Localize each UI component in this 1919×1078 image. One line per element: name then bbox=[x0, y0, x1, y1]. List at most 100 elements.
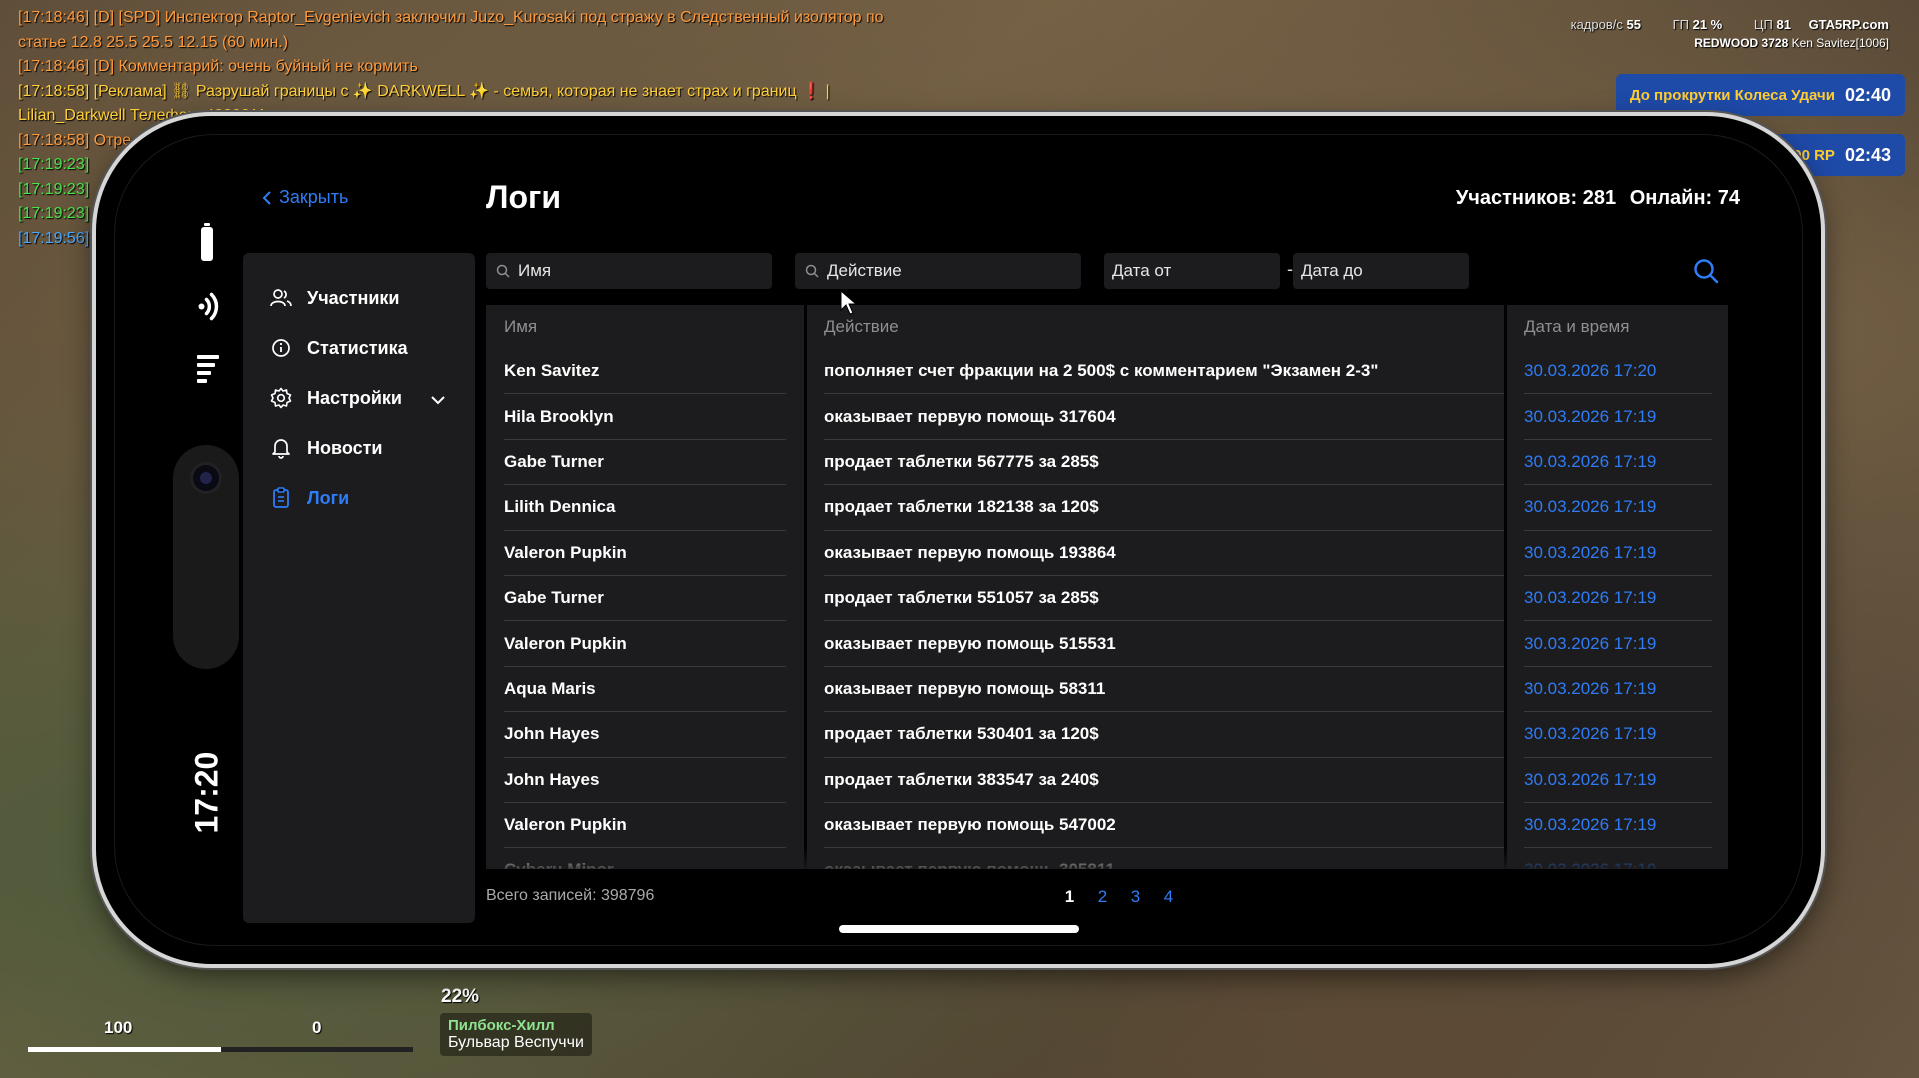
home-indicator[interactable] bbox=[839, 925, 1079, 933]
name-filter-input[interactable]: Имя bbox=[486, 253, 772, 289]
row-action-cell: продает таблетки 530401 за 120$ bbox=[824, 712, 1504, 758]
fps-label: кадров/с bbox=[1570, 17, 1623, 32]
row-name-cell: John Hayes bbox=[504, 758, 786, 803]
gpu-label: ГП bbox=[1672, 17, 1689, 32]
row-action-cell: пополняет счет фракции на 2 500$ с комме… bbox=[824, 349, 1504, 395]
close-button[interactable]: Закрыть bbox=[261, 187, 348, 208]
performance-stats: кадров/с 55 ГП 21 % ЦП 81 GTA5RP.com RED… bbox=[1543, 17, 1889, 50]
table-row: Valeron Pupkin оказывает первую помощь 51… bbox=[486, 621, 1728, 667]
sidebar-item-4[interactable]: Новости bbox=[243, 423, 475, 473]
chat-text: статье 12.8 25.5 25.5 12.15 (60 мин.) bbox=[18, 33, 289, 51]
player-vitals: 100 0 bbox=[28, 1000, 418, 1060]
row-action-cell: оказывает первую помощь 317604 bbox=[824, 394, 1504, 440]
row-name-cell: Ken Savitez bbox=[504, 349, 786, 395]
page-2-button[interactable]: 2 bbox=[1086, 887, 1119, 907]
date-from-placeholder: Дата от bbox=[1112, 261, 1172, 280]
row-action-cell: оказывает первую помощь 193864 bbox=[824, 531, 1504, 576]
row-name-cell: Gabe Turner bbox=[504, 576, 786, 622]
table-row: Ken Savitez пополняет счет фракции на 2 5… bbox=[486, 349, 1728, 395]
page-1-button[interactable]: 1 bbox=[1053, 887, 1086, 907]
brand-logo: GTA5RP.com bbox=[1808, 17, 1889, 32]
phone-device: 17:20 Закрыть Логи Участников: 281 Онлай… bbox=[96, 116, 1821, 964]
row-datetime-cell: 30.03.2026 17:19 bbox=[1524, 531, 1712, 576]
location-info: Пилбокс-Хилл Бульвар Веспуччи bbox=[440, 1013, 592, 1056]
date-to-placeholder: Дата до bbox=[1301, 261, 1363, 280]
table-row: Cyberu Minor оказывает первую помощь 3058… bbox=[486, 848, 1728, 869]
row-name-cell: Valeron Pupkin bbox=[504, 803, 786, 849]
chat-text: [17:18:58] Отре bbox=[18, 131, 132, 149]
row-datetime-cell: 30.03.2026 17:19 bbox=[1524, 485, 1712, 531]
row-action-cell: продает таблетки 567775 за 285$ bbox=[824, 440, 1504, 486]
signal-icon bbox=[197, 355, 219, 387]
table-row: Hila Brooklyn оказывает первую помощь 317… bbox=[486, 394, 1728, 440]
row-action-cell: продает таблетки 383547 за 240$ bbox=[824, 758, 1504, 803]
page-3-button[interactable]: 3 bbox=[1119, 887, 1152, 907]
date-to-input[interactable]: Дата до bbox=[1293, 253, 1469, 289]
fps-value: 55 bbox=[1626, 17, 1641, 32]
hunger-percent: 22% bbox=[441, 986, 480, 1007]
pagination: 1234 bbox=[1053, 887, 1185, 907]
chat-text: [17:18:58] [Реклама] ⛓ Разрушай границы … bbox=[18, 82, 830, 100]
name-filter-placeholder: Имя bbox=[518, 261, 552, 280]
zone-name: Пилбокс-Хилл bbox=[448, 1017, 555, 1034]
row-name-cell: Lilith Dennica bbox=[504, 485, 786, 531]
row-name-cell: Aqua Maris bbox=[504, 667, 786, 713]
sidebar-item-2[interactable]: Статистика bbox=[243, 323, 475, 373]
health-value: 100 bbox=[104, 1018, 133, 1037]
chevron-down-icon[interactable] bbox=[431, 389, 445, 410]
clipboard-icon bbox=[269, 486, 293, 510]
action-filter-placeholder: Действие bbox=[827, 261, 902, 280]
gpu-value: 21 % bbox=[1692, 17, 1723, 32]
armor-value: 0 bbox=[312, 1018, 322, 1037]
row-action-cell: оказывает первую помощь 515531 bbox=[824, 621, 1504, 667]
cpu-label: ЦП bbox=[1753, 17, 1773, 32]
row-action-cell: продает таблетки 182138 за 120$ bbox=[824, 485, 1504, 531]
page-title: Логи bbox=[486, 179, 561, 215]
sidebar-item-5[interactable]: Логи bbox=[243, 473, 475, 523]
members-count: Участников: 281 bbox=[1455, 187, 1617, 209]
row-name-cell: John Hayes bbox=[504, 712, 786, 758]
battery-icon bbox=[201, 223, 213, 261]
wifi-icon bbox=[185, 292, 224, 322]
row-datetime-cell: 30.03.2026 17:19 bbox=[1524, 576, 1712, 622]
health-bar-fill bbox=[28, 1047, 221, 1052]
chevron-left-icon bbox=[262, 190, 271, 205]
table-row: Lilith Dennica продает таблетки 182138 за… bbox=[486, 485, 1728, 531]
info-icon bbox=[269, 336, 293, 360]
chat-text: [17:19:23] bbox=[18, 156, 90, 173]
row-datetime-cell: 30.03.2026 17:19 bbox=[1524, 758, 1712, 803]
sidebar-item-3[interactable]: Настройки bbox=[243, 373, 475, 423]
filter-bar: Имя Действие Дата от - Дата до bbox=[486, 253, 1728, 291]
table-body: Ken Savitez пополняет счет фракции на 2 5… bbox=[486, 349, 1728, 869]
row-datetime-cell: 30.03.2026 17:19 bbox=[1524, 848, 1712, 869]
search-button[interactable] bbox=[1692, 257, 1720, 290]
table-row: Aqua Maris оказывает первую помощь 58311 3… bbox=[486, 667, 1728, 713]
action-filter-input[interactable]: Действие bbox=[795, 253, 1081, 289]
sidebar-item-1[interactable]: Участники bbox=[243, 273, 475, 323]
chat-line: [17:18:46] [D] Комментарий: очень буйный… bbox=[18, 55, 978, 80]
search-icon bbox=[496, 264, 510, 278]
sidebar: Участники Статистика Настройки Новости Логи bbox=[243, 253, 475, 923]
page-4-button[interactable]: 4 bbox=[1152, 887, 1185, 907]
row-name-cell: Hila Brooklyn bbox=[504, 394, 786, 440]
total-records: Всего записей: 398796 bbox=[486, 887, 655, 904]
row-datetime-cell: 30.03.2026 17:20 bbox=[1524, 349, 1712, 395]
sidebar-item-label: Настройки bbox=[307, 387, 402, 408]
member-counts: Участников: 281 Онлайн: 74 bbox=[1448, 187, 1740, 210]
chat-text: [17:19:23] bbox=[18, 205, 90, 222]
date-from-input[interactable]: Дата от bbox=[1104, 253, 1280, 289]
rp-timer-value: 02:43 bbox=[1844, 144, 1891, 165]
row-name-cell: Cyberu Minor bbox=[504, 848, 786, 869]
sidebar-item-label: Новости bbox=[307, 437, 383, 458]
row-datetime-cell: 30.03.2026 17:19 bbox=[1524, 440, 1712, 486]
row-action-cell: продает таблетки 551057 за 285$ bbox=[824, 576, 1504, 622]
logs-table: Имя Действие Дата и время Ken Savitez поп… bbox=[486, 305, 1728, 869]
phone-screen: 17:20 Закрыть Логи Участников: 281 Онлай… bbox=[114, 134, 1803, 946]
phone-clock: 17:20 bbox=[188, 751, 225, 834]
mouse-cursor-icon bbox=[840, 290, 858, 315]
cpu-value: 81 bbox=[1776, 17, 1791, 32]
chat-line: статье 12.8 25.5 25.5 12.15 (60 мин.) bbox=[18, 31, 978, 56]
sidebar-item-label: Статистика bbox=[307, 337, 408, 358]
close-button-label: Закрыть bbox=[279, 187, 349, 207]
table-header: Имя Действие Дата и время bbox=[486, 305, 1728, 349]
